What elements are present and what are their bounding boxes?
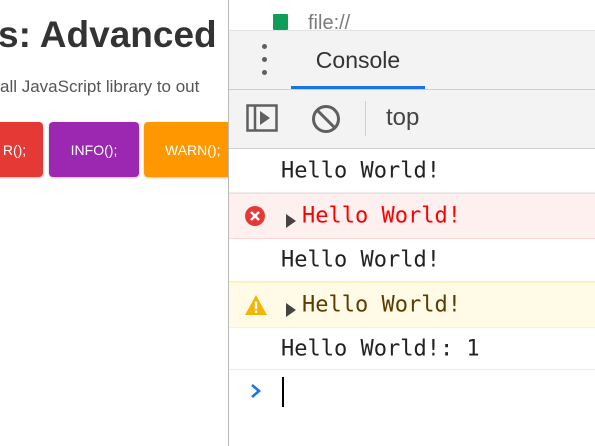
console-message-log: Hello World!: 1 [229, 328, 595, 370]
file-icon [273, 14, 288, 30]
prompt-chevron-icon [249, 382, 263, 400]
console-message-log: Hello World! [229, 239, 595, 282]
page-title: s: Advanced C [0, 14, 228, 55]
console-message-warning: Hello World! [229, 282, 595, 328]
console-messages: Hello World! Hello World! Hello World! H… [229, 149, 595, 446]
message-text: Hello World! [281, 247, 440, 273]
warn-button[interactable]: WARN(); [144, 122, 228, 177]
console-message-error: Hello World! [229, 193, 595, 239]
warning-icon [244, 294, 267, 316]
console-message-log: Hello World! [229, 149, 595, 193]
message-text: Hello World! [302, 203, 461, 229]
page-subtitle: all JavaScript library to out [0, 77, 200, 96]
expand-triangle-icon[interactable] [286, 209, 297, 228]
tab-console[interactable]: Console [291, 31, 425, 89]
console-input[interactable] [282, 377, 284, 407]
error-icon [244, 205, 266, 227]
url-bar: file:// [229, 0, 595, 34]
web-page: s: Advanced C all JavaScript library to … [0, 0, 228, 446]
message-text: Hello World! [281, 158, 440, 183]
context-selector[interactable]: top [386, 104, 419, 132]
console-toolbar: top [229, 90, 595, 149]
sidebar-toggle-icon[interactable] [246, 104, 278, 132]
kebab-menu-icon[interactable] [259, 44, 269, 76]
toolbar-divider [365, 101, 366, 136]
devtools-tabbar: Console [229, 31, 595, 90]
clear-console-icon[interactable] [310, 103, 342, 135]
expand-triangle-icon[interactable] [286, 298, 297, 317]
error-button[interactable]: R(); [0, 122, 43, 177]
info-button[interactable]: INFO(); [49, 122, 139, 177]
devtools-panel: file:// Console top Hello World! Hello W… [228, 0, 595, 446]
message-text: Hello World! [302, 292, 461, 318]
message-text: Hello World!: 1 [281, 336, 480, 361]
